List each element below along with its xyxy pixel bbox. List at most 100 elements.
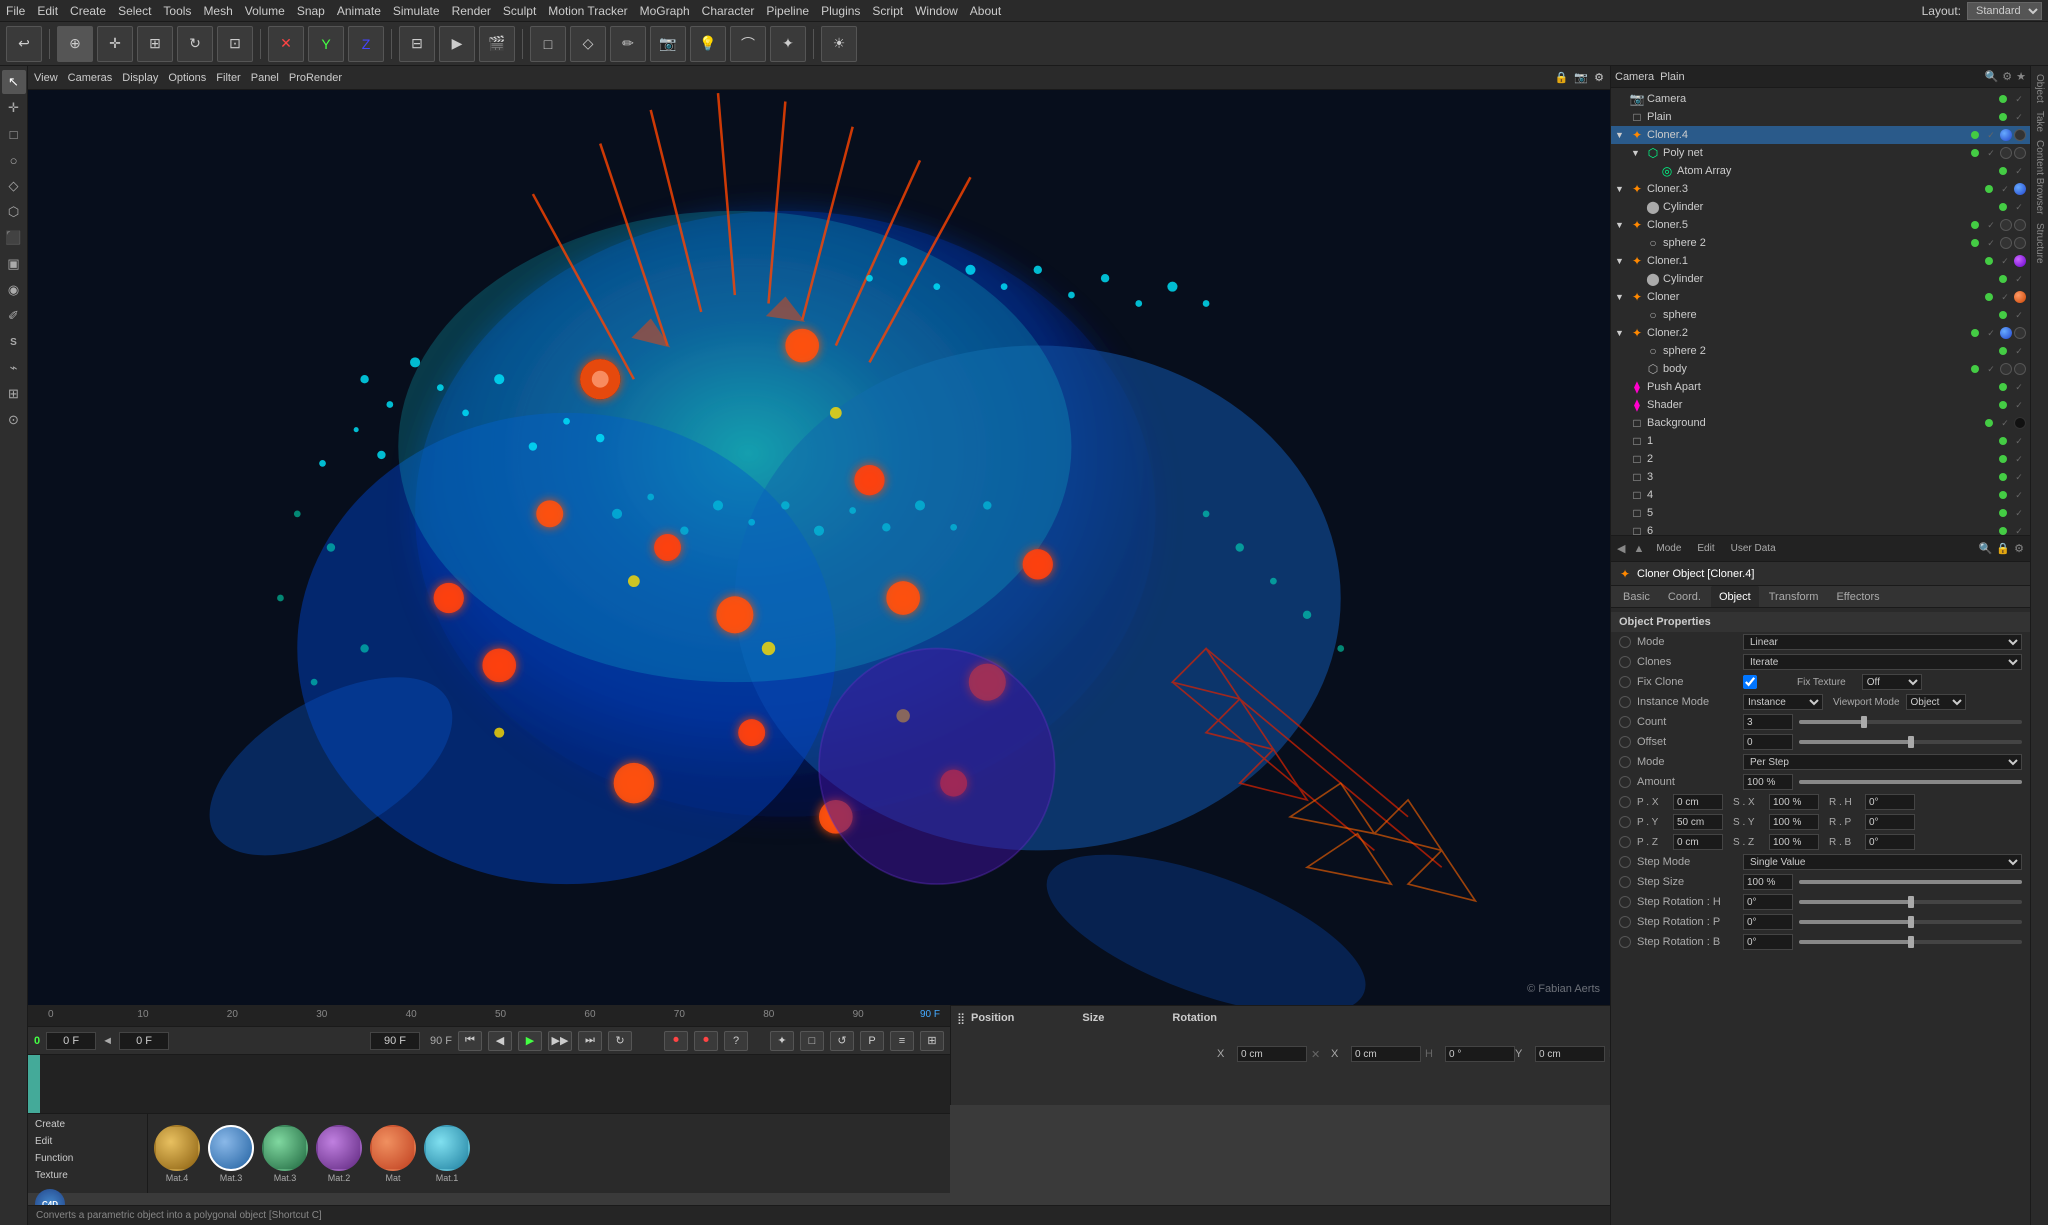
record-help-button[interactable]: ?: [724, 1031, 748, 1051]
prop-sx-input[interactable]: [1769, 794, 1819, 810]
attr-settings-icon[interactable]: ⚙: [2014, 542, 2024, 555]
menu-character[interactable]: Character: [702, 4, 755, 18]
obj-row-2[interactable]: □ 2 ✓: [1611, 450, 2030, 468]
rs-tab-object[interactable]: Object: [2032, 70, 2047, 107]
obj-toolbar-bookmark-icon[interactable]: ★: [2016, 70, 2026, 83]
play-forward-button[interactable]: ▶▶: [548, 1031, 572, 1051]
mat-tab-function[interactable]: Function: [31, 1151, 144, 1166]
menu-simulate[interactable]: Simulate: [393, 4, 440, 18]
tool-3d[interactable]: ⬛: [2, 226, 26, 250]
prop-stepmode-select[interactable]: Single Value: [1743, 854, 2022, 870]
tool-magnet[interactable]: ⌁: [2, 356, 26, 380]
vp-tab-view[interactable]: View: [34, 72, 58, 84]
goto-end-button[interactable]: ⏭: [578, 1031, 602, 1051]
obj-row-shader[interactable]: ⧫ Shader ✓: [1611, 396, 2030, 414]
attr-tab-edit[interactable]: Edit: [1693, 541, 1718, 556]
play-button[interactable]: ▶: [518, 1031, 542, 1051]
attr-back-icon[interactable]: ◀: [1617, 542, 1625, 555]
attr-lock-icon[interactable]: 🔒: [1996, 542, 2010, 555]
attr-forward-icon[interactable]: ▲: [1633, 543, 1644, 555]
obj-row-sphere1[interactable]: ○ sphere ✓: [1611, 306, 2030, 324]
rs-tab-structure[interactable]: Structure: [2032, 219, 2047, 268]
live-select-button[interactable]: ⊕: [57, 26, 93, 62]
rs-tab-content[interactable]: Content Browser: [2032, 136, 2047, 218]
prop-steprot-b-track[interactable]: [1799, 940, 2022, 944]
start-frame-input[interactable]: [46, 1032, 96, 1050]
obj-row-plain[interactable]: □ Plain ✓: [1611, 108, 2030, 126]
mat-tab-edit[interactable]: Edit: [31, 1134, 144, 1149]
menu-snap[interactable]: Snap: [297, 4, 325, 18]
layout-dropdown[interactable]: Standard: [1967, 2, 2042, 20]
attr-search-icon[interactable]: 🔍: [1979, 542, 1993, 555]
obj-effector-button[interactable]: ✦: [770, 26, 806, 62]
obj-poly-button[interactable]: ◇: [570, 26, 606, 62]
obj-spline-button[interactable]: ✏: [610, 26, 646, 62]
prop-count-input[interactable]: [1743, 714, 1793, 730]
vp-tab-cameras[interactable]: Cameras: [68, 72, 113, 84]
vp-icon-camera[interactable]: 📷: [1574, 71, 1588, 84]
obj-row-sphere2b[interactable]: ○ sphere 2 ✓: [1611, 342, 2030, 360]
prop-viewportmode-select[interactable]: Object: [1906, 694, 1966, 710]
prop-steprot-p-track[interactable]: [1799, 920, 2022, 924]
obj-row-atomarray[interactable]: ◎ Atom Array ✓: [1611, 162, 2030, 180]
menu-window[interactable]: Window: [915, 4, 958, 18]
prop-clones-select[interactable]: Iterate: [1743, 654, 2022, 670]
obj-row-sphere2a[interactable]: ○ sphere 2 ✓: [1611, 234, 2030, 252]
vp-tab-options[interactable]: Options: [168, 72, 206, 84]
tool-s[interactable]: S: [2, 330, 26, 354]
vp-tab-prorender[interactable]: ProRender: [289, 72, 342, 84]
prop-count-track[interactable]: [1799, 720, 2022, 724]
menu-mesh[interactable]: Mesh: [203, 4, 232, 18]
menu-select[interactable]: Select: [118, 4, 151, 18]
keyframe-box-button[interactable]: □: [800, 1031, 824, 1051]
attr-tab-object[interactable]: Object: [1711, 586, 1759, 607]
attr-tab-mode[interactable]: Mode: [1652, 541, 1685, 556]
obj-toolbar-search-icon[interactable]: 🔍: [1985, 70, 1999, 83]
material-item-mat3b[interactable]: Mat.3: [262, 1125, 308, 1183]
attr-tab-coord[interactable]: Coord.: [1660, 586, 1709, 607]
obj-row-4[interactable]: □ 4 ✓: [1611, 486, 2030, 504]
tool-circle[interactable]: ○: [2, 148, 26, 172]
menu-sculpt[interactable]: Sculpt: [503, 4, 536, 18]
pos-y-input[interactable]: [1535, 1046, 1605, 1062]
rotate-button[interactable]: ↻: [177, 26, 213, 62]
menu-file[interactable]: File: [6, 4, 25, 18]
prop-steprot-p-input[interactable]: [1743, 914, 1793, 930]
viewport[interactable]: © Fabian Aerts: [28, 90, 1610, 1005]
move-button[interactable]: ✛: [97, 26, 133, 62]
prop-offset-track[interactable]: [1799, 740, 2022, 744]
rs-tab-take[interactable]: Take: [2032, 107, 2047, 136]
obj-row-cloner5[interactable]: ▼ ✦ Cloner.5 ✓: [1611, 216, 2030, 234]
obj-row-cloner[interactable]: ▼ ✦ Cloner ✓: [1611, 288, 2030, 306]
z-axis-button[interactable]: Z: [348, 26, 384, 62]
render-picture-button[interactable]: 🎬: [479, 26, 515, 62]
menu-script[interactable]: Script: [872, 4, 903, 18]
obj-row-pushapart[interactable]: ⧫ Push Apart ✓: [1611, 378, 2030, 396]
prop-amount-input[interactable]: [1743, 774, 1793, 790]
prev-frame-button[interactable]: ◀: [488, 1031, 512, 1051]
obj-row-1[interactable]: □ 1 ✓: [1611, 432, 2030, 450]
obj-deform-button[interactable]: ⌒: [730, 26, 766, 62]
obj-null-button[interactable]: □: [530, 26, 566, 62]
obj-row-body[interactable]: ⬡ body ✓: [1611, 360, 2030, 378]
prop-steprot-h-track[interactable]: [1799, 900, 2022, 904]
y-axis-button[interactable]: Y: [308, 26, 344, 62]
menu-edit[interactable]: Edit: [37, 4, 58, 18]
x-axis-button[interactable]: ✕: [268, 26, 304, 62]
prop-sy-input[interactable]: [1769, 814, 1819, 830]
obj-toolbar-plain[interactable]: Plain: [1660, 71, 1684, 83]
material-item-mat[interactable]: Mat: [370, 1125, 416, 1183]
vp-tab-panel[interactable]: Panel: [251, 72, 279, 84]
prop-steprot-h-input[interactable]: [1743, 894, 1793, 910]
prop-fixclone-checkbox[interactable]: [1743, 675, 1757, 689]
tool-poly[interactable]: ◇: [2, 174, 26, 198]
obj-row-5[interactable]: □ 5 ✓: [1611, 504, 2030, 522]
render-frame-button[interactable]: ▶: [439, 26, 475, 62]
pos-x-input[interactable]: [1237, 1046, 1307, 1062]
vp-icon-lock[interactable]: 🔒: [1555, 71, 1569, 84]
record-auto-button[interactable]: ⏺: [694, 1031, 718, 1051]
prop-mode2-select[interactable]: Per Step: [1743, 754, 2022, 770]
obj-row-polynet[interactable]: ▼ ⬡ Poly net ✓: [1611, 144, 2030, 162]
keyframe-loop-button[interactable]: ↺: [830, 1031, 854, 1051]
tool-circle2[interactable]: ⊙: [2, 408, 26, 432]
